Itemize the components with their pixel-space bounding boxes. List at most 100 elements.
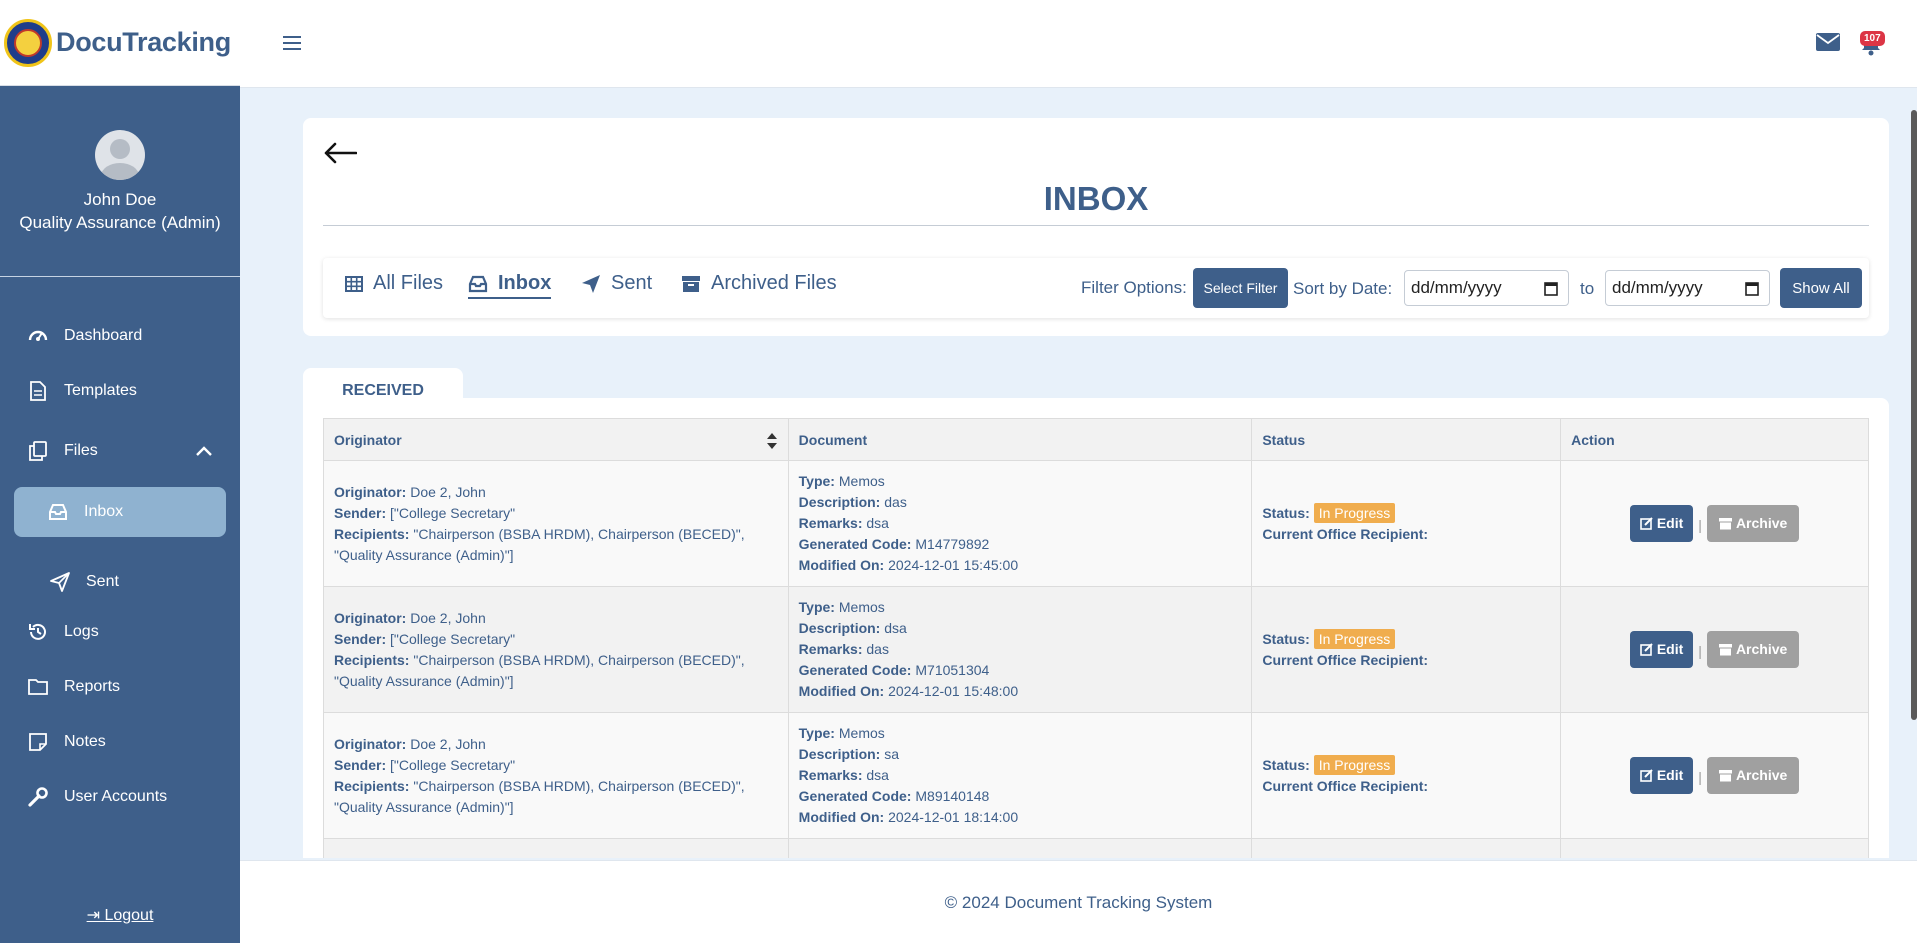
description-value: sa	[884, 746, 900, 762]
folder-icon	[28, 677, 48, 697]
sidebar-item-label: Dashboard	[64, 327, 143, 344]
sidebar: DocuTracking John Doe Quality Assurance …	[0, 0, 240, 943]
tab-all-files[interactable]: All Files	[345, 272, 443, 295]
column-header-originator[interactable]: Originator	[323, 418, 789, 461]
title-divider	[323, 225, 1869, 226]
description-value: das	[884, 494, 907, 510]
action-cell: Edit | Archive	[1560, 712, 1869, 839]
originator-cell: Originator: Doe 2, John Sender: ["College…	[323, 586, 789, 713]
calendar-icon[interactable]	[1745, 281, 1759, 301]
type-value: Memos	[838, 725, 885, 741]
files-icon	[28, 441, 48, 461]
column-header-action[interactable]: Action	[1560, 418, 1869, 461]
filter-options-label: Filter Options:	[1081, 278, 1187, 297]
date-from-input[interactable]: dd/mm/yyyy	[1404, 270, 1569, 306]
archive-button[interactable]: Archive	[1706, 505, 1800, 543]
table-row: Originator: Doe 2, John Sender: ["College…	[323, 460, 1869, 587]
logout-link[interactable]: ⇥ Logout	[0, 905, 240, 925]
table-row	[323, 838, 1869, 858]
sidebar-item-user-accounts[interactable]: User Accounts	[0, 775, 240, 819]
history-icon	[28, 622, 48, 642]
show-all-button[interactable]: Show All	[1780, 268, 1862, 308]
status-badge: In Progress	[1313, 754, 1396, 775]
sender-value: ["College Secretary"	[390, 630, 516, 647]
edit-icon	[1640, 517, 1653, 530]
tab-inbox[interactable]: Inbox	[468, 272, 552, 299]
action-cell: Edit | Archive	[1560, 586, 1869, 713]
remarks-value: das	[866, 641, 889, 657]
wrench-icon	[28, 787, 48, 807]
sidebar-item-dashboard[interactable]: Dashboard	[0, 314, 240, 358]
grid-icon	[345, 275, 363, 292]
edit-icon	[1640, 769, 1653, 782]
inbox-header-card: INBOX All Files Inbox Sent Archived File…	[303, 118, 1889, 336]
sidebar-item-inbox[interactable]: Inbox	[14, 487, 226, 537]
sidebar-item-label: Reports	[64, 678, 121, 695]
archive-button[interactable]: Archive	[1706, 757, 1800, 795]
calendar-icon[interactable]	[1544, 281, 1558, 301]
modified-on-value: 2024-12-01 18:14:00	[888, 809, 1019, 825]
sender-value: ["College Secretary"	[390, 504, 516, 521]
sender-value: ["College Secretary"	[390, 756, 516, 773]
edit-icon	[1640, 643, 1653, 656]
page-title: INBOX	[1043, 180, 1149, 217]
modified-on-value: 2024-12-01 15:48:00	[888, 683, 1019, 699]
table-row: Originator: Doe 2, John Sender: ["College…	[323, 712, 1869, 839]
sidebar-item-label: Files	[64, 442, 98, 459]
date-to-input[interactable]: dd/mm/yyyy	[1605, 270, 1770, 306]
sidebar-item-templates[interactable]: Templates	[0, 369, 240, 413]
footer: © 2024 Document Tracking System	[240, 860, 1917, 943]
type-value: Memos	[838, 599, 885, 615]
documents-table: Originator Document Status Action Origin…	[323, 418, 1869, 858]
sort-by-date-label: Sort by Date:	[1293, 279, 1393, 298]
originator-value: Doe 2, John	[410, 609, 486, 626]
avatar	[95, 130, 145, 180]
brand[interactable]: DocuTracking	[0, 0, 240, 86]
hamburger-menu-icon[interactable]	[283, 36, 301, 50]
originator-cell: Originator: Doe 2, John Sender: ["College…	[323, 460, 789, 587]
generated-code-value: M71051304	[915, 662, 990, 678]
paper-plane-icon	[581, 274, 601, 294]
user-role: Quality Assurance (Admin)	[19, 213, 221, 232]
sidebar-item-logs[interactable]: Logs	[0, 610, 240, 654]
tab-archived-files[interactable]: Archived Files	[681, 272, 837, 295]
received-table-card: Originator Document Status Action Origin…	[303, 398, 1889, 858]
envelope-icon[interactable]	[1815, 32, 1841, 57]
inbox-icon	[48, 502, 68, 522]
logo-icon	[4, 18, 52, 67]
edit-button[interactable]: Edit	[1629, 504, 1694, 542]
select-filter-button[interactable]: Select Filter	[1193, 268, 1288, 308]
inbox-icon	[468, 275, 488, 293]
sidebar-divider	[0, 276, 240, 277]
back-arrow-icon[interactable]	[323, 142, 358, 169]
column-header-document[interactable]: Document	[787, 418, 1253, 461]
to-label: to	[1580, 279, 1595, 298]
sidebar-item-notes[interactable]: Notes	[0, 720, 240, 764]
document-cell: Type: Memos Description: sa Remarks: dsa Ge…	[787, 712, 1253, 839]
file-text-icon	[28, 381, 48, 401]
status-cell: Status: In Progress Current Office Recipi…	[1251, 460, 1562, 587]
archive-button[interactable]: Archive	[1706, 631, 1800, 669]
notification-badge: 107	[1860, 31, 1885, 46]
originator-value: Doe 2, John	[410, 735, 486, 752]
remarks-value: dsa	[866, 767, 889, 783]
sidebar-item-label: User Accounts	[64, 788, 168, 805]
edit-button[interactable]: Edit	[1629, 630, 1694, 668]
sidebar-item-label: Sent	[86, 573, 119, 590]
sign-out-icon: ⇥	[86, 907, 100, 924]
scrollbar-thumb[interactable]	[1911, 110, 1917, 720]
originator-cell: Originator: Doe 2, John Sender: ["College…	[323, 712, 789, 839]
sidebar-item-label: Notes	[64, 733, 106, 750]
sidebar-item-reports[interactable]: Reports	[0, 665, 240, 709]
sort-icon[interactable]	[766, 432, 778, 453]
sidebar-item-files[interactable]: Files	[0, 429, 240, 473]
chevron-up-icon[interactable]	[196, 443, 212, 461]
sidebar-item-sent[interactable]: Sent	[0, 560, 240, 604]
edit-button[interactable]: Edit	[1629, 756, 1694, 794]
tab-sent[interactable]: Sent	[581, 272, 652, 295]
description-value: dsa	[884, 620, 907, 636]
top-header: 107	[240, 0, 1917, 88]
gauge-icon	[28, 326, 48, 346]
status-cell: Status: In Progress Current Office Recipi…	[1251, 712, 1562, 839]
column-header-status[interactable]: Status	[1251, 418, 1562, 461]
